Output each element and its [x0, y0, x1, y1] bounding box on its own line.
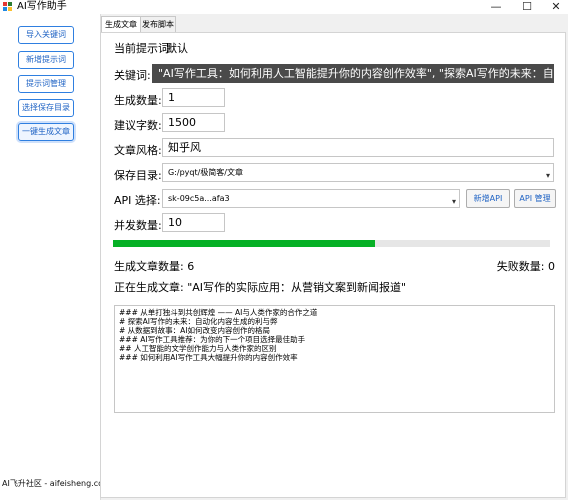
save-dir-select[interactable]: G:/pyqt/极简客/文章 ▾: [162, 163, 554, 182]
concurrency-input[interactable]: 10: [162, 213, 225, 232]
footer-text: AI飞升社区 - aifeisheng.com: [2, 479, 111, 488]
title-bar: AI写作助手 — ☐ ✕: [0, 0, 568, 14]
sidebar: 导入关键词 新增提示词 提示词管理 选择保存目录 一键生成文章: [0, 14, 101, 500]
log-line: # 探索AI写作的未来：自动化内容生成的利与弊: [119, 317, 278, 326]
chevron-down-icon: ▾: [451, 197, 456, 206]
log-line: ### 从单打独斗到共创辉煌 —— AI与人类作家的合作之道: [119, 308, 318, 317]
concurrency-label: 并发数量:: [114, 219, 162, 232]
progress-bar: [113, 240, 550, 247]
minimize-button[interactable]: —: [484, 0, 508, 14]
save-dir-label: 保存目录:: [114, 169, 162, 182]
api-label: API 选择:: [114, 194, 161, 207]
app-logo-icon: [3, 2, 13, 12]
add-prompt-button[interactable]: 新增提示词: [18, 51, 74, 69]
window-title: AI写作助手: [17, 1, 67, 12]
keywords-input[interactable]: "AI写作工具：如何利用人工智能提升你的内容创作效率", "探索AI写作的未来：…: [152, 64, 554, 83]
api-manage-button[interactable]: API 管理: [514, 189, 556, 208]
log-output[interactable]: ### 从单打独斗到共创辉煌 —— AI与人类作家的合作之道 # 探索AI写作的…: [114, 305, 555, 413]
style-input[interactable]: 知乎风: [162, 138, 554, 157]
log-line: # 从数据到故事：AI如何改变内容创作的格局: [119, 326, 271, 335]
words-input[interactable]: 1500: [162, 113, 225, 132]
close-button[interactable]: ✕: [544, 0, 568, 14]
prompt-manage-button[interactable]: 提示词管理: [18, 75, 74, 93]
generated-count: 生成文章数量: 6: [114, 260, 195, 273]
style-label: 文章风格:: [114, 144, 162, 157]
api-select[interactable]: sk-09c5a...afa3 ▾: [162, 189, 460, 208]
import-keywords-button[interactable]: 导入关键词: [18, 26, 74, 44]
progress-fill: [113, 240, 376, 247]
logo-square-green: [8, 2, 12, 6]
logo-square-red: [3, 2, 7, 6]
save-dir-value: G:/pyqt/极简客/文章: [168, 168, 244, 177]
log-line: ## 人工智能的文学创作能力与人类作家的区别: [119, 344, 277, 353]
select-save-dir-button[interactable]: 选择保存目录: [18, 99, 74, 117]
log-line: ### AI写作工具推荐：为你的下一个项目选择最佳助手: [119, 335, 306, 344]
tab-publish-script[interactable]: 发布脚本: [140, 16, 176, 33]
new-api-button[interactable]: 新增API: [466, 189, 510, 208]
current-prompt-label: 当前提示词:: [114, 42, 173, 55]
logo-square-yellow: [8, 7, 12, 11]
chevron-down-icon: ▾: [545, 171, 550, 180]
logo-square-blue: [3, 7, 7, 11]
api-value: sk-09c5a...afa3: [168, 194, 230, 203]
failed-count: 失败数量: 0: [496, 260, 555, 273]
count-label: 生成数量:: [114, 94, 162, 107]
current-status: 正在生成文章: "AI写作的实际应用：从营销文案到新闻报道": [114, 281, 407, 294]
current-prompt-value: 默认: [166, 42, 188, 55]
words-label: 建议字数:: [114, 119, 162, 132]
keywords-label: 关键词:: [114, 69, 151, 82]
count-input[interactable]: 1: [162, 88, 225, 107]
generate-articles-button[interactable]: 一键生成文章: [18, 123, 74, 141]
log-line: ### 如何利用AI写作工具大幅提升你的内容创作效率: [119, 353, 298, 362]
maximize-button[interactable]: ☐: [515, 0, 539, 14]
tab-generate-articles[interactable]: 生成文章: [101, 16, 141, 33]
